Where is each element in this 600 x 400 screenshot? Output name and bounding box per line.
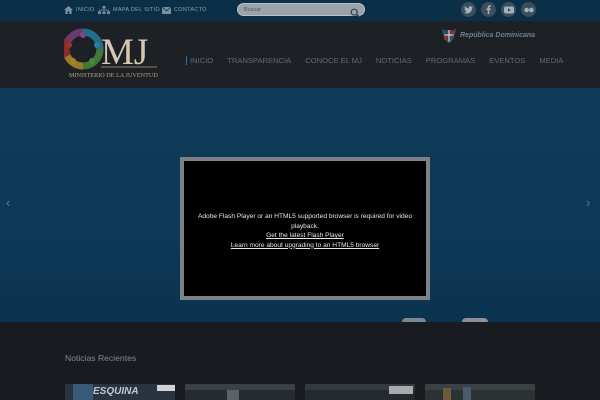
video-player-area: Adobe Flash Player or an HTML5 supported… [184, 161, 426, 296]
nav-programas[interactable]: PROGRAMAS [426, 56, 475, 65]
flash-required-message: Adobe Flash Player or an HTML5 supported… [197, 213, 413, 230]
top-link-mapa-del-sitio[interactable]: MAPA DEL SITIO [98, 4, 160, 16]
nav-noticias[interactable]: NOTICIAS [376, 56, 412, 65]
logo-text: MINISTERIO DE LA JUVENTUD [69, 72, 158, 79]
site-header: MJ MINISTERIO DE LA JUVENTUD República D… [0, 21, 600, 88]
flickr-icon[interactable] [521, 2, 536, 17]
chevron-left-icon[interactable]: ‹ [6, 196, 10, 209]
coat-of-arms-icon [442, 28, 456, 43]
news-thumbnail[interactable]: ESQUINA [65, 384, 175, 400]
country-label: República Dominicana [460, 31, 536, 39]
home-icon [64, 6, 73, 14]
flash-message-block: Adobe Flash Player or an HTML5 supported… [184, 212, 426, 250]
recent-news-section: Noticias Recientes ESQUINA [0, 322, 600, 400]
top-link-inicio-label: INICIO [76, 7, 95, 13]
republica-dominicana[interactable]: República Dominicana [442, 27, 535, 43]
top-link-mapa-label: MAPA DEL SITIO [113, 7, 160, 13]
top-link-contacto-label: CONTACTO [174, 7, 207, 13]
search-input[interactable] [244, 5, 344, 15]
news-thumbnail[interactable] [425, 384, 535, 400]
nav-transparencia[interactable]: TRANSPARENCIA [227, 56, 291, 65]
chevron-right-icon[interactable]: › [586, 196, 590, 209]
nav-inicio[interactable]: INICIO [186, 55, 213, 65]
twitter-icon[interactable] [461, 2, 476, 17]
facebook-icon[interactable] [481, 2, 496, 17]
news-thumbnail[interactable] [185, 384, 295, 400]
top-bar: INICIO MAPA DEL SITIO CONTACTO [0, 0, 600, 21]
nav-conoce-el-mj[interactable]: CONOCE EL MJ [305, 56, 362, 65]
top-link-contacto[interactable]: CONTACTO [162, 4, 207, 16]
top-link-inicio[interactable]: INICIO [64, 4, 95, 16]
thumb-caption: ESQUINA [93, 386, 139, 397]
logo-mark: MJ [62, 28, 157, 73]
video-player-dialog: Adobe Flash Player or an HTML5 supported… [180, 157, 430, 300]
sitemap-icon [98, 6, 110, 14]
get-flash-player-link[interactable]: Get the latest Flash Player [266, 232, 344, 239]
nav-eventos[interactable]: EVENTOS [489, 56, 525, 65]
search-box [237, 3, 365, 19]
youtube-icon[interactable] [501, 2, 516, 17]
main-nav: INICIO TRANSPARENCIA CONOCE EL MJ NOTICI… [186, 54, 563, 66]
mail-icon [162, 6, 171, 14]
svg-text:MJ: MJ [101, 32, 148, 72]
news-thumbnail[interactable] [305, 384, 415, 400]
html5-browser-link[interactable]: Learn more about upgrading to an HTML5 b… [231, 242, 379, 249]
nav-media[interactable]: MEDIA [539, 56, 563, 65]
section-title: Noticias Recientes [65, 353, 137, 363]
